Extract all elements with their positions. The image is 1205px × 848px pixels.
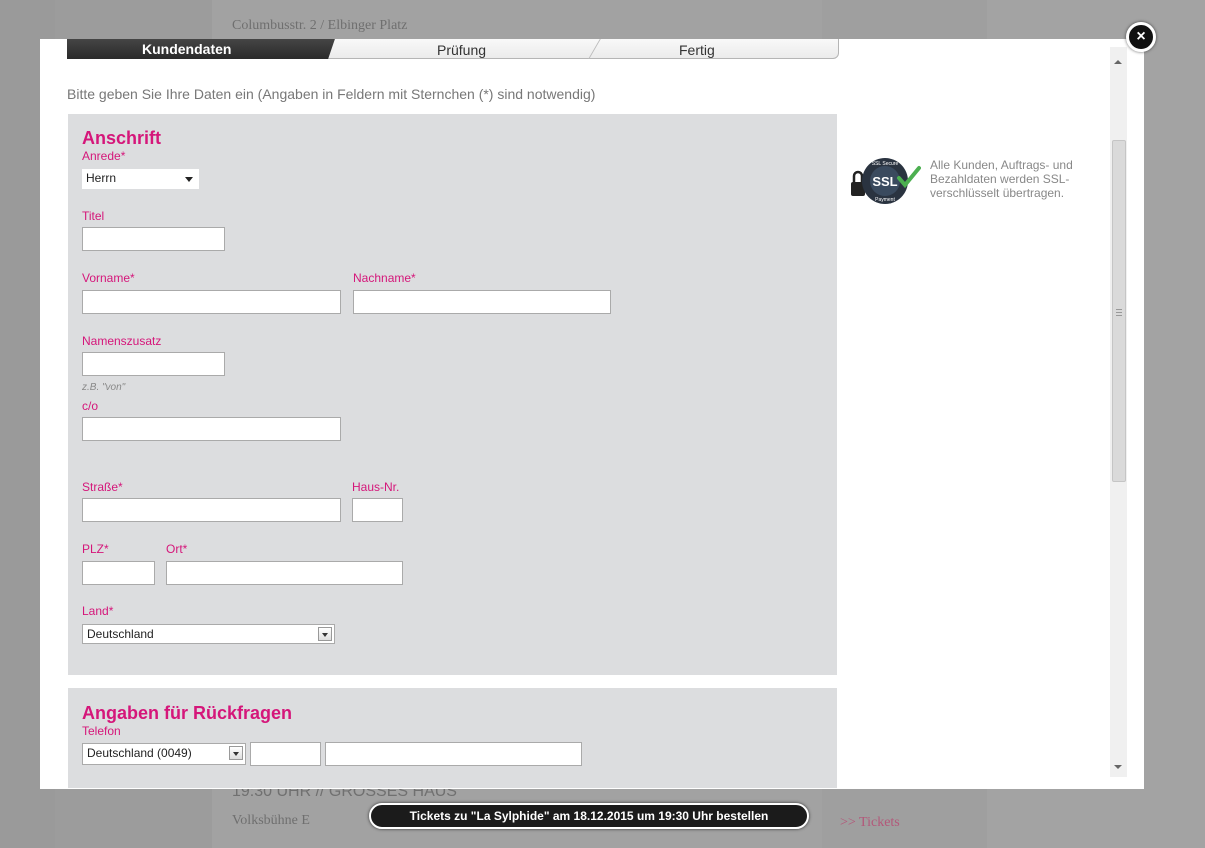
chevron-down-icon <box>318 627 332 641</box>
ssl-badge-main: SSL <box>872 174 897 189</box>
ssl-badge-bottom: Payment <box>875 197 895 203</box>
houseno-label: Haus-Nr. <box>352 480 400 494</box>
close-icon[interactable]: × <box>1126 22 1156 52</box>
lastname-label: Nachname* <box>353 271 416 285</box>
firstname-label: Vorname* <box>82 271 135 285</box>
name-suffix-hint: z.B. "von" <box>82 382 126 393</box>
street-field[interactable] <box>82 498 341 522</box>
city-field[interactable] <box>166 561 403 585</box>
background-address: Columbusstr. 2 / Elbinger Platz <box>232 18 408 33</box>
phone-number-field[interactable] <box>325 742 582 766</box>
ssl-secure-badge: SSL SSL Secure Payment <box>851 158 921 204</box>
phone-country-select[interactable]: Deutschland (0049) <box>82 743 246 765</box>
country-label: Land* <box>82 604 114 618</box>
salutation-value: Herrn <box>86 171 117 185</box>
name-suffix-field[interactable] <box>82 352 225 376</box>
scroll-grip-icon <box>1116 309 1122 316</box>
zip-field[interactable] <box>82 561 155 585</box>
ssl-badge-top: SSL Secure <box>872 161 899 167</box>
name-suffix-label: Namenszusatz <box>82 334 162 348</box>
scroll-down-arrow-icon[interactable] <box>1114 765 1122 769</box>
address-section-title: Anschrift <box>82 128 162 148</box>
modal-scrollbar[interactable] <box>1110 47 1127 777</box>
background-venue: Volksbühne E <box>232 813 310 828</box>
city-label: Ort* <box>166 542 188 556</box>
street-label: Straße* <box>82 480 123 494</box>
chevron-down-icon <box>229 746 243 760</box>
country-value: Deutschland <box>87 627 154 641</box>
chevron-down-icon <box>185 177 193 182</box>
modal-content-layer: Kundendaten Prüfung Fertig Bitte geben S… <box>0 0 1205 848</box>
co-label: c/o <box>82 399 99 413</box>
zip-label: PLZ* <box>82 542 109 556</box>
lastname-field[interactable] <box>353 290 611 314</box>
houseno-field[interactable] <box>352 498 403 522</box>
address-panel: Anschrift Anrede* Herrn Titel Vorname* N… <box>68 114 837 675</box>
scroll-thumb[interactable] <box>1112 140 1126 482</box>
modal-viewport: Kundendaten Prüfung Fertig Bitte geben S… <box>40 39 1144 789</box>
phone-area-field[interactable] <box>250 742 321 766</box>
checkout-steps: Kundendaten Prüfung Fertig <box>67 39 839 70</box>
title-label: Titel <box>82 209 105 223</box>
contact-panel: Angaben für Rückfragen Telefon Deutschla… <box>68 688 837 788</box>
country-select[interactable]: Deutschland <box>82 624 335 644</box>
modal-inner: Kundendaten Prüfung Fertig Bitte geben S… <box>40 39 1144 789</box>
step-pruefung: Prüfung <box>437 42 487 58</box>
background-tickets-link[interactable]: >> Tickets <box>840 815 900 831</box>
title-field[interactable] <box>82 227 225 251</box>
step-fertig: Fertig <box>679 42 715 58</box>
phone-country-value: Deutschland (0049) <box>87 746 192 760</box>
co-field[interactable] <box>82 417 341 441</box>
form-intro-text: Bitte geben Sie Ihre Daten ein (Angaben … <box>67 86 596 102</box>
ssl-notice-text: Alle Kunden, Auftrags- und Bezahldaten w… <box>930 158 1073 200</box>
salutation-select[interactable]: Herrn <box>82 169 199 189</box>
scroll-up-arrow-icon[interactable] <box>1114 60 1122 64</box>
salutation-label: Anrede* <box>82 149 126 163</box>
firstname-field[interactable] <box>82 290 341 314</box>
step-kundendaten: Kundendaten <box>142 41 232 57</box>
phone-label: Telefon <box>82 724 121 738</box>
contact-section-title: Angaben für Rückfragen <box>82 703 293 723</box>
order-tickets-button[interactable]: Tickets zu "La Sylphide" am 18.12.2015 u… <box>369 803 809 829</box>
